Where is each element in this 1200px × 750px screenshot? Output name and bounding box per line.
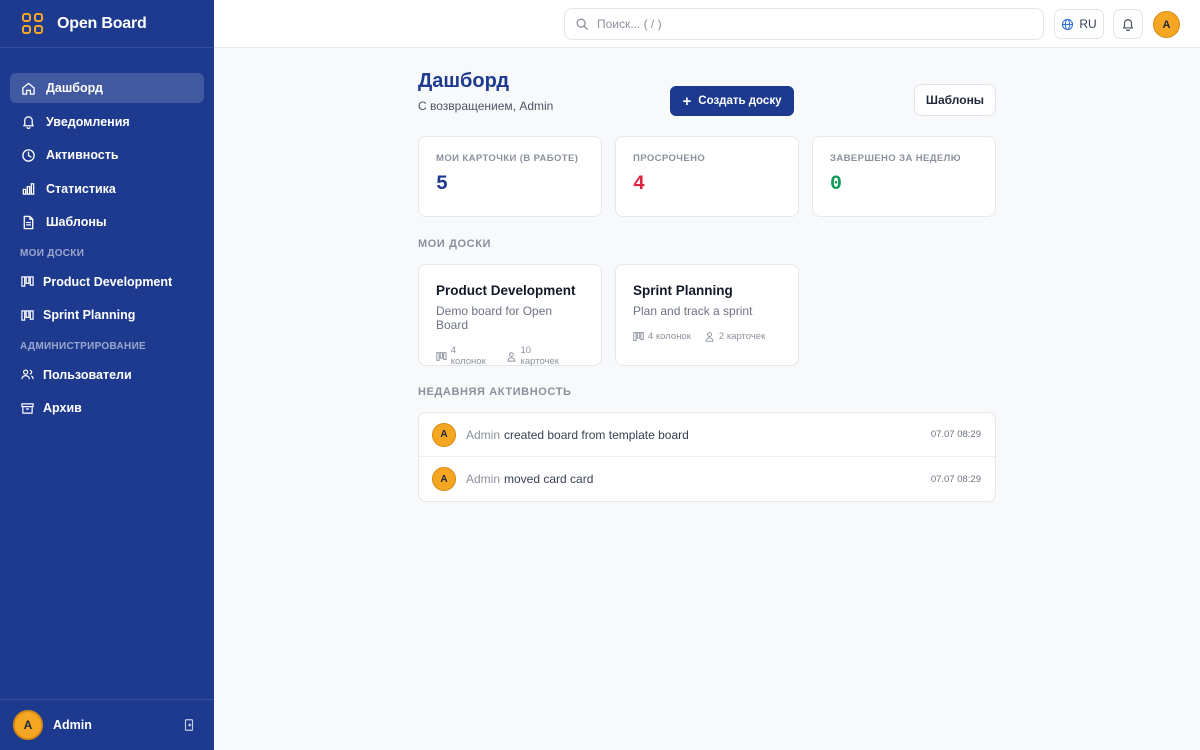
sidebar-footer: A Admin xyxy=(0,699,214,750)
board-columns-count: 4 колонок xyxy=(648,331,691,342)
search-box[interactable] xyxy=(564,8,1044,40)
section-title-recent-activity: НЕДАВНЯЯ АКТИВНОСТЬ xyxy=(418,386,572,398)
stats-row: МОИ КАРТОЧКИ (В РАБОТЕ) 5 ПРОСРОЧЕНО 4 З… xyxy=(418,136,996,217)
sidebar-item-notifications[interactable]: Уведомления xyxy=(10,107,204,137)
sidebar: Open Board Дашборд Уведомления Активност… xyxy=(0,0,214,750)
sidebar-item-label: Архив xyxy=(43,401,82,415)
sidebar-nav: Дашборд Уведомления Активность Статистик… xyxy=(0,48,214,423)
brand[interactable]: Open Board xyxy=(0,0,214,48)
section-my-boards: МОИ ДОСКИ xyxy=(20,248,85,259)
board-title: Product Development xyxy=(436,283,576,298)
avatar[interactable]: A xyxy=(13,710,43,740)
stat-card-overdue: ПРОСРОЧЕНО 4 xyxy=(615,136,799,217)
sidebar-item-users[interactable]: Пользователи xyxy=(10,360,204,390)
activity-action: created board from template board xyxy=(504,427,689,442)
board-card-sprint-planning[interactable]: Sprint Planning Plan and track a sprint … xyxy=(615,264,799,366)
board-icon xyxy=(20,307,34,323)
activity-text: Admin moved card card xyxy=(466,472,931,486)
user-icon xyxy=(705,332,714,342)
stat-value: 4 xyxy=(633,173,646,196)
sidebar-item-label: Шаблоны xyxy=(46,215,107,229)
sidebar-item-label: Пользователи xyxy=(43,367,132,382)
plus-icon: + xyxy=(682,92,692,110)
stat-value: 0 xyxy=(830,173,843,196)
stat-label: ПРОСРОЧЕНО xyxy=(633,153,706,164)
bell-icon xyxy=(20,114,36,130)
sidebar-item-product-development[interactable]: Product Development xyxy=(10,267,204,297)
sidebar-item-dashboard[interactable]: Дашборд xyxy=(10,73,204,103)
users-icon xyxy=(20,367,34,383)
board-columns-count: 4 колонок xyxy=(450,345,486,367)
section-administration: АДМИНИСТРИРОВАНИЕ xyxy=(20,341,147,352)
activity-action: moved card card xyxy=(504,472,594,486)
user-icon xyxy=(507,351,516,362)
create-board-button[interactable]: + Создать доску xyxy=(670,86,794,116)
columns-icon xyxy=(633,332,644,341)
stat-label: МОИ КАРТОЧКИ (В РАБОТЕ) xyxy=(436,153,579,164)
columns-icon xyxy=(436,351,447,361)
board-description: Plan and track a sprint xyxy=(633,304,753,318)
avatar: A xyxy=(432,422,456,447)
page-title: Дашборд xyxy=(418,70,510,92)
sidebar-item-label: Дашборд xyxy=(46,81,103,95)
globe-icon xyxy=(1062,18,1074,30)
board-card-product-development[interactable]: Product Development Demo board for Open … xyxy=(418,264,602,367)
board-meta: 4 колонок 10 карточек xyxy=(436,345,584,367)
sidebar-item-label: Product Development xyxy=(43,274,173,289)
brand-name: Open Board xyxy=(57,14,147,32)
create-board-label: Создать доску xyxy=(698,95,782,107)
archive-icon xyxy=(20,400,34,416)
search-input[interactable] xyxy=(597,17,1017,31)
stat-card-my-cards: МОИ КАРТОЧКИ (В РАБОТЕ) 5 xyxy=(418,136,602,217)
language-button[interactable]: RU xyxy=(1054,9,1104,39)
board-cards-count: 10 карточек xyxy=(520,345,559,367)
search-icon xyxy=(576,18,588,30)
sidebar-item-templates[interactable]: Шаблоны xyxy=(10,207,204,237)
activity-user[interactable]: Admin xyxy=(466,428,500,442)
board-icon xyxy=(20,274,34,290)
document-icon xyxy=(20,214,36,230)
sidebar-item-label: Уведомления xyxy=(46,114,130,129)
logout-icon[interactable] xyxy=(180,716,198,734)
activity-item: A Admin created board from template board… xyxy=(419,413,995,457)
avatar: A xyxy=(432,467,456,491)
bell-icon xyxy=(1123,19,1133,31)
section-title-my-boards: МОИ ДОСКИ xyxy=(418,238,492,250)
activity-time: 07.07 08:29 xyxy=(930,429,981,440)
templates-button[interactable]: Шаблоны xyxy=(914,84,996,116)
sidebar-item-sprint-planning[interactable]: Sprint Planning xyxy=(10,300,204,330)
logo-icon xyxy=(22,12,44,35)
sidebar-item-activity[interactable]: Активность xyxy=(10,140,204,170)
activity-user[interactable]: Admin xyxy=(466,472,500,486)
sidebar-item-label: Sprint Planning xyxy=(43,308,136,322)
board-cards-count: 2 карточек xyxy=(718,331,766,342)
sidebar-item-label: Активность xyxy=(46,148,119,162)
activity-text: Admin created board from template board xyxy=(466,428,931,442)
boards-grid: Product Development Demo board for Open … xyxy=(418,264,812,367)
stat-label: ЗАВЕРШЕНО ЗА НЕДЕЛЮ xyxy=(830,153,961,164)
stat-value: 5 xyxy=(436,173,449,196)
topbar: RU A xyxy=(214,0,1200,48)
user-name: Admin xyxy=(53,718,92,732)
clock-icon xyxy=(20,147,36,163)
avatar[interactable]: A xyxy=(1153,11,1180,38)
notifications-button[interactable] xyxy=(1113,9,1143,39)
activity-item: A Admin moved card card 07.07 08:29 xyxy=(419,457,995,501)
board-description: Demo board for Open Board xyxy=(436,304,553,332)
sidebar-item-label: Статистика xyxy=(46,181,116,196)
board-meta: 4 колонок 2 карточек xyxy=(633,331,781,342)
home-icon xyxy=(20,80,36,96)
activity-time: 07.07 08:29 xyxy=(930,473,981,485)
bar-chart-icon xyxy=(20,181,36,197)
sidebar-item-archive[interactable]: Архив xyxy=(10,393,204,423)
language-label: RU xyxy=(1079,17,1097,31)
page-subtitle: С возвращением, Admin xyxy=(418,99,554,113)
sidebar-item-statistics[interactable]: Статистика xyxy=(10,174,204,204)
stat-card-completed-week: ЗАВЕРШЕНО ЗА НЕДЕЛЮ 0 xyxy=(812,136,996,217)
activity-list: A Admin created board from template board… xyxy=(418,412,996,502)
board-title: Sprint Planning xyxy=(633,283,733,298)
